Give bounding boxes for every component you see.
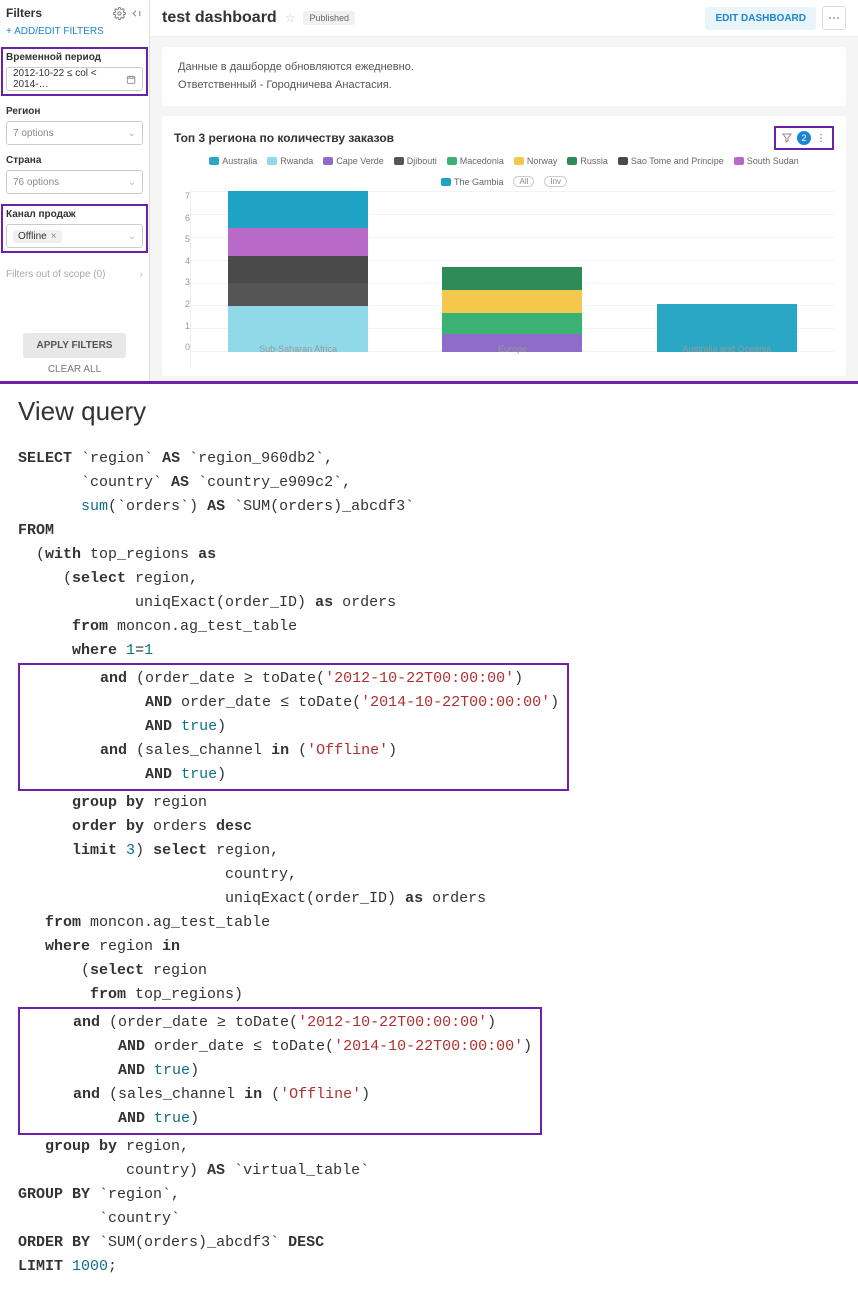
view-query-title: View query — [18, 396, 840, 427]
filter-region: Регион 7 options ⌄ — [6, 106, 143, 145]
filter-icon[interactable] — [781, 132, 793, 144]
legend-item[interactable]: Djibouti — [394, 156, 437, 166]
legend-item[interactable]: Macedonia — [447, 156, 504, 166]
star-icon[interactable]: ☆ — [285, 11, 296, 25]
bar-column[interactable]: Sub-Saharan Africa — [208, 191, 388, 352]
bar-column[interactable]: Australia and Oceania — [637, 304, 817, 352]
filter-label: Регион — [6, 106, 143, 117]
legend-item[interactable]: Sao Tome and Principe — [618, 156, 724, 166]
legend-item[interactable]: Cape Verde — [323, 156, 384, 166]
region-select[interactable]: 7 options ⌄ — [6, 121, 143, 145]
country-select[interactable]: 76 options ⌄ — [6, 170, 143, 194]
chevron-right-icon: › — [140, 269, 143, 280]
legend-inv-button[interactable]: Inv — [544, 176, 567, 187]
gear-icon[interactable] — [113, 7, 126, 20]
chart-card: Топ 3 региона по количеству заказов 2 Au… — [162, 116, 846, 376]
bar-label: Sub-Saharan Africa — [259, 344, 337, 354]
legend-item[interactable]: South Sudan — [734, 156, 799, 166]
date-range-input[interactable]: 2012-10-22 ≤ col < 2014-… — [6, 67, 143, 91]
add-edit-filters-link[interactable]: ADD/EDIT FILTERS — [6, 26, 143, 37]
y-axis: 76543210 — [174, 191, 190, 366]
filter-label: Страна — [6, 155, 143, 166]
chart-title: Топ 3 региона по количеству заказов — [174, 131, 394, 145]
legend-item[interactable]: Russia — [567, 156, 608, 166]
sql-query: SELECT `region` AS `region_960db2`, `cou… — [18, 447, 840, 1279]
filter-label: Канал продаж — [6, 209, 143, 220]
calendar-icon — [126, 74, 136, 85]
filter-sales-channel: Канал продаж Offline × ⌄ — [1, 204, 148, 253]
dots-icon — [827, 11, 841, 25]
published-badge: Published — [303, 11, 355, 25]
chevron-down-icon: ⌄ — [128, 128, 136, 139]
applied-filters-badge[interactable]: 2 — [797, 131, 811, 145]
legend-item[interactable]: Rwanda — [267, 156, 313, 166]
chart-controls: 2 — [774, 126, 834, 150]
legend-item[interactable]: Australia — [209, 156, 257, 166]
filters-out-of-scope[interactable]: Filters out of scope (0) › — [6, 269, 143, 280]
chart-plot: Sub-Saharan Africa Europe Australia and Oc… — [190, 191, 834, 366]
chevron-down-icon: ⌄ — [128, 177, 136, 188]
clear-all-link[interactable]: CLEAR ALL — [6, 364, 143, 375]
info-card: Данные в дашборде обновляются ежедневно.… — [162, 47, 846, 106]
edit-dashboard-button[interactable]: EDIT DASHBOARD — [705, 7, 816, 30]
dashboard-title: test dashboard — [162, 9, 277, 27]
bar-label: Europe — [498, 344, 527, 354]
filter-time-period: Временной период 2012-10-22 ≤ col < 2014… — [1, 47, 148, 96]
collapse-icon[interactable] — [130, 7, 143, 20]
chip-remove-icon[interactable]: × — [51, 231, 57, 242]
bar-label: Australia and Oceania — [683, 344, 772, 354]
chevron-down-icon: ⌄ — [128, 231, 136, 242]
legend: Australia Rwanda Cape Verde Djibouti Macedon… — [174, 156, 834, 187]
filters-title: Filters — [6, 6, 42, 20]
chip-offline[interactable]: Offline × — [13, 230, 62, 243]
legend-all-button[interactable]: All — [513, 176, 534, 187]
legend-item[interactable]: The Gambia — [441, 176, 504, 187]
apply-filters-button[interactable]: APPLY FILTERS — [23, 333, 127, 358]
channel-select[interactable]: Offline × ⌄ — [6, 224, 143, 248]
filter-country: Страна 76 options ⌄ — [6, 155, 143, 194]
bar-column[interactable]: Europe — [422, 267, 602, 352]
dashboard-more-button[interactable] — [822, 6, 846, 30]
legend-item[interactable]: Norway — [514, 156, 558, 166]
kebab-icon[interactable] — [815, 132, 827, 144]
filter-label: Временной период — [6, 52, 143, 63]
